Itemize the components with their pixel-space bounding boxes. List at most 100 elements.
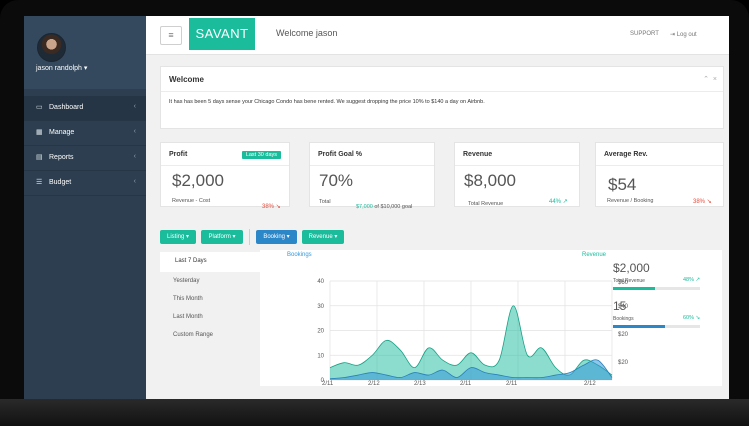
revenue-progress-bar (613, 287, 700, 290)
monitor-icon: ▭ (36, 104, 43, 111)
sidebar-item-label: Reports (49, 154, 74, 161)
revenue-value: $8,000 (464, 171, 516, 190)
divider (249, 229, 250, 245)
range-yesterday[interactable]: Yesterday (173, 278, 199, 284)
date-range-list: Last 7 Days Yesterday This Month Last Mo… (160, 252, 260, 385)
welcome-message: It has has been 5 days sense your Chicag… (169, 99, 485, 105)
sidebar-item-dashboard[interactable]: ▭ Dashboard ‹ (24, 96, 146, 121)
divider (596, 165, 723, 166)
user-profile: jason randolph ▾ (24, 16, 146, 89)
device-frame: jason randolph ▾ ▭ Dashboard ‹ ▦ Manage … (0, 0, 749, 426)
x-axis-tick: 2/11 (506, 381, 518, 386)
avg-pct: 38% ↘ (693, 199, 712, 205)
platform-dropdown[interactable]: Platform ▾ (201, 230, 243, 244)
listing-dropdown[interactable]: Listing ▾ (160, 230, 196, 244)
table-icon: ▤ (36, 154, 43, 161)
profit-card: Profit Last 30 days $2,000 Revenue - Cos… (160, 142, 290, 210)
left-axis-tick: 20 (317, 329, 324, 335)
hamburger-icon: ≡ (168, 30, 174, 40)
stat-revenue-value: $2,000 (613, 261, 650, 275)
profit-goal-card: Profit Goal % 70% Total $7,000 of $10,00… (309, 142, 435, 210)
card-title: Average Rev. (604, 151, 648, 158)
sidebar-item-budget[interactable]: ☰ Budget ‹ (24, 171, 146, 196)
brand-logo[interactable]: SAVANT (189, 18, 255, 50)
range-last-7-days[interactable]: Last 7 Days (160, 252, 260, 272)
close-icon[interactable]: × (713, 76, 717, 83)
right-axis-tick: $20 (618, 332, 629, 338)
sidebar-item-reports[interactable]: ▤ Reports ‹ (24, 146, 146, 171)
card-title: Profit (169, 151, 188, 158)
x-axis-tick: 2/11 (322, 381, 334, 386)
stat-revenue-pct: 48% ↗ (683, 277, 701, 283)
card-title: Revenue (463, 151, 493, 158)
collapse-icon[interactable]: ⌃ (703, 76, 709, 83)
sidebar-item-label: Manage (49, 129, 75, 136)
revenue-progress-fill (613, 287, 655, 290)
period-badge: Last 30 days (241, 151, 281, 159)
booking-dropdown[interactable]: Booking ▾ (256, 230, 297, 244)
chevron-left-icon: ‹ (133, 153, 136, 160)
range-this-month[interactable]: This Month (173, 296, 203, 302)
divider (161, 91, 723, 92)
list-icon: ☰ (36, 179, 43, 186)
logout-link[interactable]: ⇥ Log out (670, 31, 697, 38)
x-axis-tick: 2/12 (584, 381, 596, 386)
left-axis-tick: 30 (317, 304, 324, 310)
chart-svg: 010203040$20$20$40$602/11 2/12 2/13 2/11 2/1… (317, 279, 629, 386)
logout-label: Log out (676, 32, 697, 38)
range-custom[interactable]: Custom Range (173, 332, 213, 338)
chevron-left-icon: ‹ (133, 103, 136, 110)
menu-toggle-button[interactable]: ≡ (160, 26, 182, 45)
calendar-icon: ▦ (36, 129, 43, 136)
chevron-left-icon: ‹ (133, 128, 136, 135)
welcome-panel: Welcome ⌃ × It has has been 5 days sense… (160, 66, 724, 129)
bookings-progress-fill (613, 325, 666, 328)
sidebar-nav: ▭ Dashboard ‹ ▦ Manage ‹ ▤ Reports ‹ ☰ B… (24, 96, 146, 196)
goal-total-label: Total (319, 199, 331, 205)
avg-sub: Revenue / Booking (607, 198, 654, 204)
profit-sub: Revenue - Cost (172, 198, 211, 204)
profit-pct: 38% ↘ (262, 204, 281, 210)
left-axis-tick: 40 (317, 279, 324, 285)
x-axis-tick: 2/12 (368, 381, 380, 386)
average-revenue-card: Average Rev. $54 Revenue / Booking 38% ↘ (595, 142, 724, 207)
divider (161, 165, 289, 166)
x-axis-tick: 2/13 (414, 381, 426, 386)
stat-bookings-pct: 60% ↘ (683, 315, 701, 321)
stat-bookings-value: 15 (613, 299, 627, 313)
divider (310, 165, 434, 166)
avg-value: $54 (608, 175, 637, 194)
goal-rest: of $10,000 goal (374, 204, 413, 210)
right-axis-tick: $20 (618, 360, 629, 366)
support-link[interactable]: SUPPORT (630, 31, 659, 37)
panel-title: Welcome (169, 75, 204, 84)
chevron-left-icon: ‹ (133, 178, 136, 185)
goal-value: 70% (319, 171, 354, 190)
app-screen: jason randolph ▾ ▭ Dashboard ‹ ▦ Manage … (24, 16, 729, 399)
revenue-dropdown[interactable]: Revenue ▾ (302, 230, 344, 244)
welcome-text: Welcome jason (276, 28, 338, 38)
sidebar: jason randolph ▾ ▭ Dashboard ‹ ▦ Manage … (24, 16, 146, 399)
profit-value: $2,000 (172, 171, 224, 190)
left-axis-tick: 10 (317, 353, 324, 359)
goal-progress-text: $7,000 of $10,000 goal (356, 204, 412, 210)
bookings-progress-bar (613, 325, 700, 328)
goal-amount: $7,000 (356, 204, 373, 210)
revenue-sub: Total Revenue (468, 201, 504, 207)
revenue-card: Revenue $8,000 Total Revenue 44% ↗ (454, 142, 580, 207)
logout-icon: ⇥ (670, 32, 676, 38)
sidebar-item-label: Dashboard (49, 104, 84, 111)
card-title: Profit Goal % (318, 151, 362, 158)
x-axis-tick: 2/11 (460, 381, 472, 386)
revenue-pct: 44% ↗ (549, 199, 568, 205)
top-header: ≡ SAVANT Welcome jason SUPPORT ⇥ Log out (146, 16, 729, 55)
sidebar-item-manage[interactable]: ▦ Manage ‹ (24, 121, 146, 146)
panel-controls: ⌃ × (703, 75, 717, 83)
stat-bookings-label: Bookings (613, 316, 634, 322)
bookings-revenue-chart: Bookings Revenue 0 10 20 30 40 $20 $20 $40 $60 2/… (260, 250, 722, 386)
avatar[interactable] (37, 33, 66, 62)
device-bottom-bezel (0, 399, 749, 426)
range-last-month[interactable]: Last Month (173, 314, 203, 320)
sidebar-item-label: Budget (49, 179, 72, 186)
user-menu-toggle[interactable]: jason randolph ▾ (36, 64, 87, 72)
